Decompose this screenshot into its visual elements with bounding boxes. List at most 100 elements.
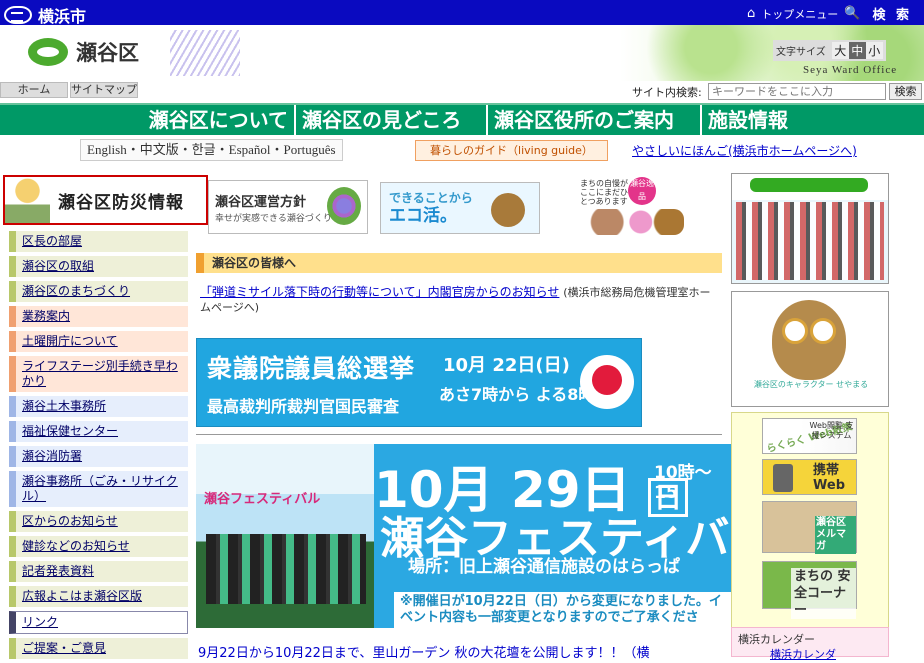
site-search-button[interactable]: 検索 — [889, 83, 922, 100]
living-guide-button[interactable]: 暮らしのガイド（living guide） — [415, 140, 608, 161]
font-size-small[interactable]: 小 — [865, 42, 883, 59]
safety-corner-button[interactable]: まちの 安全コーナー — [762, 561, 857, 619]
mail-magazine-button[interactable]: 瀬谷区 メルマガ — [762, 501, 857, 554]
sitemap-button[interactable]: サイトマップ — [70, 82, 138, 98]
policy-banner[interactable]: 瀬谷区運営方針 幸せが実感できる瀬谷づくり — [208, 180, 368, 234]
header-decoration — [170, 30, 240, 76]
left-nav-item[interactable]: ライフステージ別手続き早わかり — [9, 356, 188, 392]
mascot-banner[interactable]: 瀬谷区のキャラクター せやまる — [731, 291, 889, 407]
nav-sightseeing[interactable]: 瀬谷区の見どころ — [296, 105, 488, 135]
news-item-missile: 「弾道ミサイル落下時の行動等について」内閣官房からのお知らせ (横浜市総務局危機… — [200, 285, 720, 315]
owl-icon — [491, 193, 525, 227]
divider — [196, 434, 722, 435]
safety-corner-label: まちの 安全コーナー — [791, 568, 856, 619]
mobile-phone-icon — [773, 464, 793, 492]
seyamaru-owl-icon — [772, 300, 846, 380]
mail-magazine-label: 瀬谷区 メルマガ — [815, 516, 856, 554]
left-nav-item[interactable]: 瀬谷消防署 — [9, 446, 188, 467]
home-icon[interactable]: ⌂ — [747, 6, 755, 21]
left-nav-item[interactable]: リンク — [9, 611, 188, 634]
machi-text: まちの自慢がここにまだひとつあります — [580, 179, 628, 206]
eco-banner[interactable]: できることから エコ活。 — [380, 182, 540, 234]
nav-facilities[interactable]: 施設情報 — [702, 105, 794, 135]
home-button[interactable]: ホーム — [0, 82, 68, 98]
search-icon[interactable]: 🔍 — [844, 6, 860, 21]
site-header: 瀬谷区 文字サイズ 大 中 小 Seya Ward Office — [0, 25, 924, 81]
nav-ward-office-guide[interactable]: 瀬谷区役所のご案内 — [488, 105, 702, 135]
global-nav: 瀬谷区について 瀬谷区の見どころ 瀬谷区役所のご案内 施設情報 — [0, 103, 924, 135]
ward-emblem-icon — [28, 38, 68, 66]
nav-about-seya[interactable]: 瀬谷区について — [0, 105, 296, 135]
election-hours: あさ7時から よる8時 — [439, 385, 595, 404]
web-sanpo-sub: Web閲覧 支援システム — [809, 421, 854, 440]
election-subtitle: 最高裁判所裁判官国民審査 — [207, 397, 400, 416]
mascot-helmet-icon — [5, 177, 50, 223]
left-nav-item[interactable]: 福祉保健センター — [9, 421, 188, 442]
calendar-title: 横浜カレンダー — [738, 633, 815, 646]
language-links[interactable]: English・中文版・한글・Español・Português — [80, 139, 343, 161]
calendar-link[interactable]: 横浜カレンダ — [770, 646, 836, 662]
policy-title: 瀬谷区運営方針 — [215, 195, 307, 210]
festival-photo-label: 瀬谷フェスティバル — [196, 444, 374, 507]
policy-subtitle: 幸せが実感できる瀬谷づくり — [215, 214, 332, 224]
font-size-large[interactable]: 大 — [831, 42, 849, 59]
festival-time: 10時～15 — [654, 463, 712, 503]
election-banner[interactable]: 衆議院議員総選挙 最高裁判所裁判官国民審査 10月 22日(日) あさ7時から … — [196, 338, 642, 427]
city-name: 横浜市 — [38, 7, 87, 26]
flower-icon — [327, 187, 361, 225]
festival-notice: ※開催日が10月22日（日）から変更になりました。イベント内容も一部変更となりま… — [394, 592, 734, 628]
disaster-info-label: 瀬谷区防災情報 — [58, 192, 184, 213]
mobile-web-button[interactable]: 携帯 Web — [762, 459, 857, 495]
election-title: 衆議院議員総選挙 — [207, 354, 416, 383]
site-search-input[interactable] — [708, 83, 886, 100]
dancers-photo — [736, 202, 884, 280]
font-size-label: 文字サイズ — [776, 47, 826, 58]
left-nav-item[interactable]: 広報よこはま瀬谷区版 — [9, 586, 188, 607]
left-nav-item[interactable]: 瀬谷土木事務所 — [9, 396, 188, 417]
utility-row: ホーム サイトマップ サイト内検索: 検索 — [0, 81, 924, 101]
notice-header: 瀬谷区の皆様へ — [196, 253, 722, 273]
top-bar: 横浜市 ⌂ トップメニュー 🔍 検 索 — [0, 0, 924, 27]
festival-banner[interactable]: 瀬谷フェスティバル 10月 29日 日 10時～15 瀬谷フェスティバ 場所：旧… — [196, 444, 734, 628]
yokohama-logo[interactable]: 横浜市 — [4, 3, 86, 27]
ward-name: 瀬谷区 — [76, 41, 139, 65]
city-emblem-icon — [4, 6, 32, 24]
sweets-image — [588, 209, 684, 235]
election-date: 10月 22日(日) — [443, 355, 570, 376]
easy-japanese-link[interactable]: やさしいにほんご(横浜市ホームページへ) — [632, 142, 857, 159]
charm-info-banner[interactable] — [731, 173, 889, 284]
web-sanpo-button[interactable]: らくらく Web散策 Web閲覧 支援システム — [762, 418, 857, 455]
top-menu-link[interactable]: トップメニュー — [761, 6, 838, 22]
sub-nav: English・中文版・한글・Español・Português 暮らしのガイド… — [0, 138, 924, 164]
left-nav: 区長の部屋瀬谷区の取組 瀬谷区のまちづくり 業務案内土曜開庁についてライフステージ別… — [9, 231, 188, 663]
left-nav-item[interactable]: 業務案内 — [9, 306, 188, 327]
left-nav-item[interactable]: ご提案・ご意見 — [9, 638, 188, 659]
mascot-caption: 瀬谷区のキャラクター せやまる — [753, 380, 869, 389]
news-item-garden[interactable]: 9月22日から10月22日まで、里山ガーデン 秋の大花壇を公開します！！（横 — [198, 642, 650, 661]
site-search-label: サイト内検索: — [632, 86, 702, 99]
left-nav-item[interactable]: 記者発表資料 — [9, 561, 188, 582]
charm-header — [750, 178, 868, 192]
left-nav-item[interactable]: 区からのお知らせ — [9, 511, 188, 532]
left-nav-item[interactable]: 健診などのお知らせ — [9, 536, 188, 557]
left-nav-item[interactable]: 区長の部屋 — [9, 231, 188, 252]
english-ward-name: Seya Ward Office — [803, 64, 898, 76]
search-link[interactable]: 検 索 — [872, 4, 912, 23]
rose-logo-icon — [580, 355, 634, 409]
font-size-medium[interactable]: 中 — [848, 42, 866, 59]
font-size-switcher: 文字サイズ 大 中 小 — [773, 40, 886, 61]
left-nav-item[interactable]: 瀬谷事務所（ごみ・リサイクル） — [9, 471, 188, 507]
left-nav-item[interactable]: 土曜開庁について — [9, 331, 188, 352]
eco-line-1: できることから — [389, 191, 473, 205]
disaster-info-banner[interactable]: 瀬谷区防災情報 — [3, 175, 208, 225]
ward-logo[interactable]: 瀬谷区 — [28, 37, 139, 67]
yokohama-calendar-box: 横浜カレンダー 横浜カレンダ — [731, 627, 889, 661]
left-nav-item[interactable]: 瀬谷区のまちづくり — [9, 281, 188, 302]
missile-news-link[interactable]: 「弾道ミサイル落下時の行動等について」内閣官房からのお知らせ — [200, 285, 559, 299]
local-specialties-banner[interactable]: まちの自慢がここにまだひとつあります 瀬谷逸品 — [578, 177, 686, 239]
left-nav-item[interactable]: 瀬谷区の取組 — [9, 256, 188, 277]
machi-badge: 瀬谷逸品 — [628, 177, 656, 205]
festival-place: 場所：旧上瀬谷通信施設のはらっぱ — [408, 557, 680, 577]
mobile-web-label: 携帯 Web — [813, 463, 845, 493]
eco-line-2: エコ活。 — [389, 206, 457, 226]
